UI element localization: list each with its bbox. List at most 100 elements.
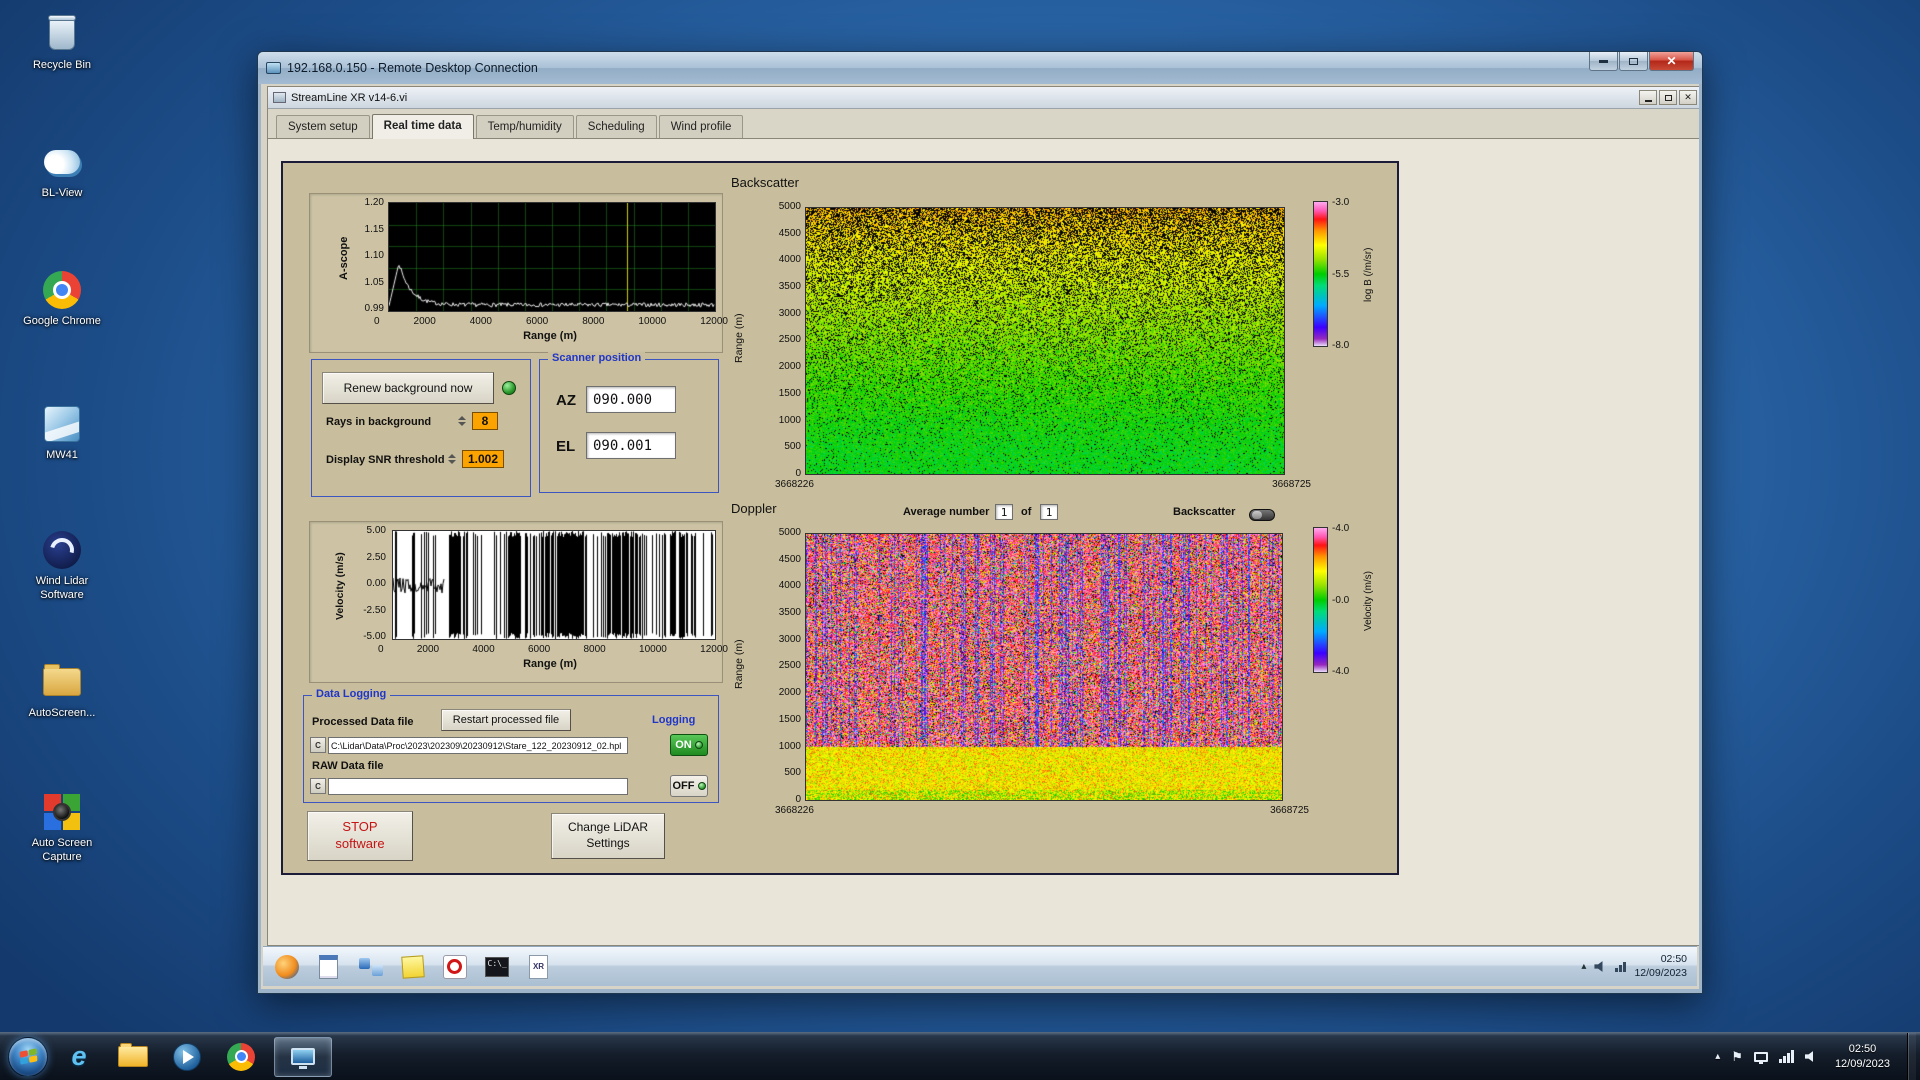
stop-software-button[interactable]: STOP software [307, 811, 413, 861]
a-scope-x-axis-label: Range (m) [523, 330, 577, 342]
remote-network-icon[interactable] [1615, 961, 1627, 972]
minimize-icon [1644, 99, 1652, 102]
start-button[interactable] [8, 1036, 48, 1077]
doppler-y-axis-label: Range (m) [733, 639, 745, 689]
doppler-canvas[interactable] [805, 533, 1283, 801]
processed-path-input[interactable]: C:\Lidar\Data\Proc\2023\202309\20230912\… [328, 737, 628, 754]
taskbar-explorer-folder-icon[interactable] [110, 1037, 156, 1077]
processed-logging-toggle[interactable]: ON [670, 734, 708, 756]
rdp-close-button[interactable]: ✕ [1649, 52, 1694, 71]
velocity-y-axis-label: Velocity (m/s) [334, 552, 346, 620]
rays-in-background-value[interactable]: 8 [472, 412, 498, 430]
remote-notepad-icon[interactable] [315, 953, 342, 980]
renew-background-button[interactable]: Renew background now [322, 372, 494, 404]
taskbar-media-player-icon[interactable] [164, 1037, 210, 1077]
network-tray-icon[interactable] [1778, 1050, 1794, 1063]
tab-label: Real time data [383, 120, 462, 132]
tick-label: 1500 [778, 713, 801, 725]
remote-network-places-icon[interactable] [357, 953, 384, 980]
app-minimize-button[interactable] [1639, 90, 1657, 105]
toggle-off-label: OFF [672, 780, 695, 792]
tray-expand-icon[interactable]: ▴ [1715, 1051, 1720, 1062]
raw-drive-button[interactable]: C [310, 778, 326, 794]
velocity-canvas[interactable] [392, 530, 716, 640]
tick-label: -8.0 [1332, 340, 1350, 351]
remote-power-icon[interactable] [441, 953, 468, 980]
average-total-value[interactable]: 1 [1040, 504, 1058, 520]
processed-drive-button[interactable]: C [310, 737, 326, 753]
tab-label: Wind profile [670, 121, 732, 133]
data-logging-box: Data Logging Processed Data file Restart… [303, 688, 719, 803]
taskbar-remote-desktop-button[interactable] [274, 1036, 332, 1077]
change-lidar-settings-button[interactable]: Change LiDAR Settings [551, 813, 665, 859]
remote-clock[interactable]: 02:50 12/09/2023 [1634, 953, 1687, 979]
desktop-icon-recycle-bin[interactable]: Recycle Bin [14, 12, 110, 73]
auto-screen-capture-icon [40, 790, 84, 834]
tick-label: 0 [795, 467, 801, 479]
a-scope-canvas[interactable] [388, 202, 716, 312]
tick-label: 5000 [778, 527, 801, 538]
rays-spinner[interactable] [458, 413, 467, 427]
remote-xr-file-icon[interactable]: XR [525, 953, 552, 980]
raw-logging-toggle[interactable]: OFF [670, 775, 708, 797]
remote-tray-expand-icon[interactable]: ▴ [1581, 961, 1586, 972]
remote-browser-icon[interactable] [273, 953, 300, 980]
app-close-button[interactable]: ✕ [1679, 90, 1697, 105]
tab-system-setup[interactable]: System setup [276, 115, 370, 138]
desktop-icon-label: Auto Screen Capture [31, 837, 93, 863]
taskbar-internet-explorer-icon[interactable]: e [56, 1037, 102, 1077]
remote-command-prompt-icon[interactable]: C:\_ [483, 953, 510, 980]
remote-volume-icon[interactable] [1594, 961, 1603, 972]
tick-label: 4500 [778, 553, 801, 565]
raw-path-input[interactable] [328, 778, 628, 795]
snr-threshold-value[interactable]: 1.002 [462, 450, 504, 468]
average-number-value[interactable]: 1 [995, 504, 1013, 520]
tick-label: 1.10 [364, 250, 384, 261]
backscatter-canvas[interactable] [805, 207, 1285, 475]
app-titlebar[interactable]: StreamLine XR v14-6.vi ✕ [268, 87, 1699, 109]
rays-in-background-label: Rays in background [326, 416, 432, 428]
az-value[interactable]: 090.000 [586, 386, 676, 413]
rdp-maximize-button[interactable] [1619, 52, 1648, 71]
desktop-icon-bl-view[interactable]: BL-View [14, 140, 110, 201]
remote-desktop-icon [291, 1048, 315, 1069]
action-center-flag-icon[interactable]: ⚑ [1731, 1049, 1743, 1065]
taskbar-chrome-icon[interactable] [218, 1037, 264, 1077]
volume-tray-icon[interactable] [1804, 1051, 1813, 1062]
desktop-icon-google-chrome[interactable]: Google Chrome [14, 268, 110, 329]
scanner-position-box: Scanner position AZ 090.000 EL 090.001 [539, 352, 719, 493]
snr-spinner[interactable] [448, 451, 457, 465]
autoscreen-folder-icon [40, 660, 84, 704]
desktop-icon-mw41[interactable]: MW41 [14, 402, 110, 463]
desktop-icon-label: Google Chrome [23, 315, 101, 327]
app-maximize-button[interactable] [1659, 90, 1677, 105]
el-value[interactable]: 090.001 [586, 432, 676, 459]
minimize-icon [1599, 59, 1608, 63]
scanner-position-title: Scanner position [548, 352, 646, 364]
show-desktop-button[interactable] [1907, 1032, 1916, 1080]
taskbar-clock[interactable]: 02:50 12/09/2023 [1829, 1042, 1896, 1071]
rdp-titlebar[interactable]: 192.168.0.150 - Remote Desktop Connectio… [258, 52, 1702, 84]
remote-sticky-notes-icon[interactable] [399, 953, 426, 980]
velocity-graph: Velocity (m/s) 5.00 2.50 0.00 -2.50 -5.00 0 2… [309, 521, 728, 683]
desktop-icon-auto-screen-capture[interactable]: Auto Screen Capture [14, 790, 110, 865]
rdp-minimize-button[interactable] [1589, 52, 1618, 71]
desktop-icon-wind-lidar-software[interactable]: Wind Lidar Software [14, 528, 110, 603]
tab-wind-profile[interactable]: Wind profile [658, 115, 744, 138]
backscatter-colorbar-ticks: -3.0 -5.5 -8.0 [1332, 197, 1360, 351]
tick-label: 4000 [778, 580, 801, 592]
restart-processed-file-button[interactable]: Restart processed file [441, 709, 571, 731]
doppler-colorbar [1313, 527, 1328, 673]
desktop-icon-autoscreen[interactable]: AutoScreen... [14, 660, 110, 721]
velocity-x-axis-label: Range (m) [523, 658, 577, 670]
toggle-knob-icon [1252, 511, 1262, 519]
backscatter-toggle-switch[interactable] [1249, 509, 1275, 521]
tick-label: 10000 [639, 644, 667, 655]
data-logging-title: Data Logging [312, 688, 391, 700]
tick-label: 3500 [778, 607, 801, 619]
tick-label: -3.0 [1332, 197, 1350, 208]
tab-real-time-data[interactable]: Real time data [371, 114, 474, 139]
tab-scheduling[interactable]: Scheduling [575, 115, 657, 138]
display-tray-icon[interactable] [1753, 1051, 1768, 1064]
tab-temp-humidity[interactable]: Temp/humidity [475, 115, 574, 138]
